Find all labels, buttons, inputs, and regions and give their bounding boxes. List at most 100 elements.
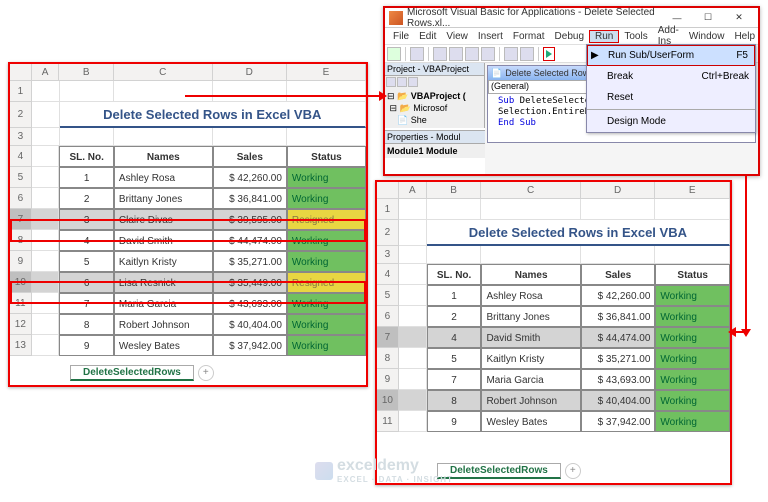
table-row[interactable]: 84David Smith$ 44,474.00Working	[10, 230, 366, 251]
row-header-10[interactable]: 10	[377, 390, 399, 411]
cell-name[interactable]: David Smith	[481, 327, 580, 348]
title-cell[interactable]: Delete Selected Rows in Excel VBA	[427, 220, 730, 246]
cell-sl[interactable]: 1	[427, 285, 482, 306]
minimize-button[interactable]: —	[662, 11, 692, 25]
cell-sales[interactable]: $ 39,595.00	[213, 209, 287, 230]
cell-status[interactable]: Working	[655, 390, 730, 411]
table-row[interactable]: 95Kaitlyn Kristy$ 35,271.00Working	[10, 251, 366, 272]
table-row[interactable]: 51Ashley Rosa$ 42,260.00Working	[377, 285, 730, 306]
cell-status[interactable]: Working	[287, 335, 366, 356]
cell-name[interactable]: Lisa Resnick	[114, 272, 213, 293]
col-header-C[interactable]: C	[481, 182, 580, 199]
row-header-5[interactable]: 5	[377, 285, 399, 306]
cell-sl[interactable]: 3	[59, 209, 113, 230]
header-status[interactable]: Status	[287, 146, 366, 167]
row-header-2[interactable]: 2	[10, 102, 32, 128]
add-sheet-button[interactable]: +	[198, 365, 214, 381]
cell-name[interactable]: Brittany Jones	[114, 188, 213, 209]
cell-sl[interactable]: 1	[59, 167, 113, 188]
sheet-tab[interactable]: DeleteSelectedRows	[70, 365, 194, 381]
tb-undo-icon[interactable]	[504, 47, 518, 61]
row-header-6[interactable]: 6	[10, 188, 32, 209]
col-header-D[interactable]: D	[581, 182, 656, 199]
header-status[interactable]: Status	[655, 264, 730, 285]
tb-paste-icon[interactable]	[465, 47, 479, 61]
cell-name[interactable]: Ashley Rosa	[114, 167, 213, 188]
row-header-2[interactable]: 2	[377, 220, 399, 246]
table-row[interactable]: 62Brittany Jones$ 36,841.00Working	[10, 188, 366, 209]
row-header-13[interactable]: 13	[10, 335, 32, 356]
cell-sales[interactable]: $ 36,841.00	[213, 188, 287, 209]
row-header-1[interactable]: 1	[377, 199, 399, 220]
table-row[interactable]: 62Brittany Jones$ 36,841.00Working	[377, 306, 730, 327]
cell-sales[interactable]: $ 44,474.00	[213, 230, 287, 251]
header-sales[interactable]: Sales	[213, 146, 287, 167]
col-header-D[interactable]: D	[213, 64, 287, 81]
cell-sales[interactable]: $ 40,404.00	[213, 314, 287, 335]
table-row[interactable]: 106Lisa Resnick$ 35,449.00Resigned	[10, 272, 366, 293]
run-design-mode[interactable]: Design Mode	[587, 111, 755, 132]
cell-name[interactable]: Brittany Jones	[481, 306, 580, 327]
table-row[interactable]: 108Robert Johnson$ 40,404.00Working	[377, 390, 730, 411]
select-all-corner[interactable]	[377, 182, 399, 199]
cell-status[interactable]: Working	[287, 314, 366, 335]
cell-sales[interactable]: $ 44,474.00	[581, 327, 656, 348]
table-row[interactable]: 97Maria Garcia$ 43,693.00Working	[377, 369, 730, 390]
cell-sl[interactable]: 7	[59, 293, 113, 314]
menu-insert[interactable]: Insert	[473, 31, 508, 42]
row-header-3[interactable]: 3	[10, 128, 32, 146]
cell-status[interactable]: Resigned	[287, 209, 366, 230]
cell-sl[interactable]: 6	[59, 272, 113, 293]
col-header-A[interactable]: A	[32, 64, 60, 81]
row-header-1[interactable]: 1	[10, 81, 32, 102]
table-row[interactable]: 51Ashley Rosa$ 42,260.00Working	[10, 167, 366, 188]
menu-window[interactable]: Window	[684, 31, 730, 42]
row-header-10[interactable]: 10	[10, 272, 32, 293]
tb-redo-icon[interactable]	[520, 47, 534, 61]
row-header-7[interactable]: 7	[377, 327, 399, 348]
header-names[interactable]: Names	[114, 146, 213, 167]
col-header-E[interactable]: E	[655, 182, 730, 199]
row-header-3[interactable]: 3	[377, 246, 399, 264]
table-row[interactable]: 74David Smith$ 44,474.00Working	[377, 327, 730, 348]
row-header-6[interactable]: 6	[377, 306, 399, 327]
cell-name[interactable]: Robert Johnson	[481, 390, 580, 411]
cell-sales[interactable]: $ 36,841.00	[581, 306, 656, 327]
cell-name[interactable]: David Smith	[114, 230, 213, 251]
cell-name[interactable]: Claire Divas	[114, 209, 213, 230]
cell-name[interactable]: Maria Garcia	[114, 293, 213, 314]
cell-status[interactable]: Working	[655, 306, 730, 327]
row-header-7[interactable]: 7	[10, 209, 32, 230]
cell-name[interactable]: Robert Johnson	[114, 314, 213, 335]
cell-name[interactable]: Kaitlyn Kristy	[481, 348, 580, 369]
tb-save-icon[interactable]	[410, 47, 424, 61]
title-cell[interactable]: Delete Selected Rows in Excel VBA	[60, 102, 366, 128]
run-break[interactable]: BreakCtrl+Break	[587, 66, 755, 87]
tb-cut-icon[interactable]	[433, 47, 447, 61]
row-header-12[interactable]: 12	[10, 314, 32, 335]
cell-status[interactable]: Working	[287, 188, 366, 209]
cell-name[interactable]: Kaitlyn Kristy	[114, 251, 213, 272]
header-sales[interactable]: Sales	[581, 264, 656, 285]
cell-status[interactable]: Working	[287, 251, 366, 272]
row-header-4[interactable]: 4	[10, 146, 32, 167]
header-sl[interactable]: SL. No.	[59, 146, 113, 167]
cell-name[interactable]: Wesley Bates	[481, 411, 580, 432]
table-row[interactable]: 7 3Claire Divas$ 39,595.00Resigned	[10, 209, 366, 230]
menu-help[interactable]: Help	[729, 31, 760, 42]
cell-name[interactable]: Ashley Rosa	[481, 285, 580, 306]
row-header-11[interactable]: 11	[10, 293, 32, 314]
cell-status[interactable]: Working	[655, 348, 730, 369]
cell-sl[interactable]: 8	[59, 314, 113, 335]
project-explorer[interactable]: Project - VBAProject ⊟ 📂 VBAProject ( ⊟ …	[385, 63, 485, 128]
cell-sales[interactable]: $ 35,271.00	[213, 251, 287, 272]
cell-sales[interactable]: $ 37,942.00	[213, 335, 287, 356]
cell-sales[interactable]: $ 37,942.00	[581, 411, 656, 432]
table-row[interactable]: 139Wesley Bates$ 37,942.00Working	[10, 335, 366, 356]
row-header-11[interactable]: 11	[377, 411, 399, 432]
tb-run-icon[interactable]	[546, 50, 552, 58]
cell-sl[interactable]: 5	[427, 348, 482, 369]
cell-sales[interactable]: $ 42,260.00	[581, 285, 656, 306]
row-header-4[interactable]: 4	[377, 264, 399, 285]
cell-sl[interactable]: 5	[59, 251, 113, 272]
